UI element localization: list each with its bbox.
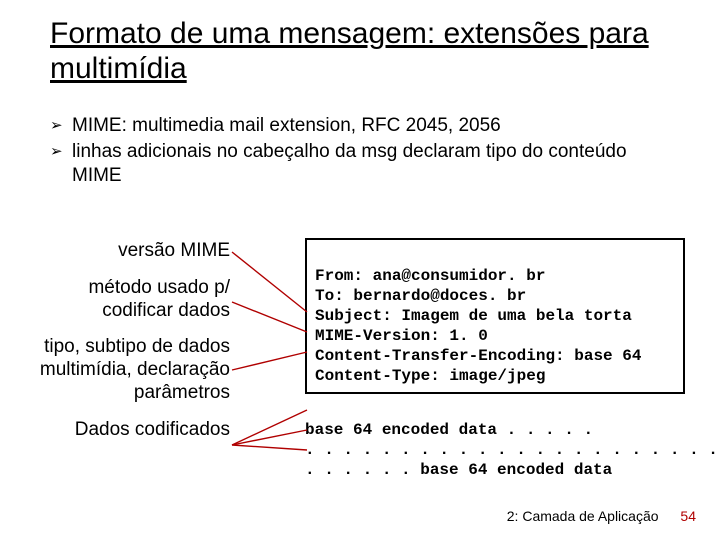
slide: Formato de uma mensagem: extensões para …: [0, 0, 720, 540]
code-line: Content-Transfer-Encoding: base 64: [315, 347, 641, 365]
label-encoding: método usado p/ codificar dados: [20, 277, 230, 323]
arrow-icon: ➢: [50, 114, 72, 138]
annotation-labels: versão MIME método usado p/ codificar da…: [20, 240, 230, 456]
list-item: ➢ MIME: multimedia mail extension, RFC 2…: [50, 114, 670, 138]
slide-footer: 2: Camada de Aplicação 54: [507, 508, 696, 524]
code-line: Subject: Imagem de uma bela torta: [315, 307, 632, 325]
encoded-line: . . . . . . . . . . . . . . . . . . . . …: [305, 441, 720, 459]
label-type: tipo, subtipo de dados multimídia, decla…: [20, 336, 230, 404]
encoded-line: base 64 encoded data . . . . .: [305, 421, 593, 439]
label-version: versão MIME: [20, 240, 230, 263]
code-line: MIME-Version: 1. 0: [315, 327, 488, 345]
mime-header-box: From: ana@consumidor. br To: bernardo@do…: [305, 238, 685, 394]
bullet-text: linhas adicionais no cabeçalho da msg de…: [72, 140, 670, 188]
arrow-icon: ➢: [50, 140, 72, 164]
code-line: To: bernardo@doces. br: [315, 287, 526, 305]
page-number: 54: [680, 508, 696, 524]
footer-section: 2: Camada de Aplicação: [507, 508, 659, 524]
bullet-list: ➢ MIME: multimedia mail extension, RFC 2…: [50, 114, 670, 190]
slide-title: Formato de uma mensagem: extensões para …: [50, 16, 690, 87]
list-item: ➢ linhas adicionais no cabeçalho da msg …: [50, 140, 670, 188]
code-line: From: ana@consumidor. br: [315, 267, 545, 285]
encoded-line: . . . . . . base 64 encoded data: [305, 461, 612, 479]
code-line: Content-Type: image/jpeg: [315, 367, 545, 385]
label-data: Dados codificados: [20, 419, 230, 442]
encoded-data-block: base 64 encoded data . . . . . . . . . .…: [305, 400, 685, 480]
bullet-text: MIME: multimedia mail extension, RFC 204…: [72, 114, 670, 138]
